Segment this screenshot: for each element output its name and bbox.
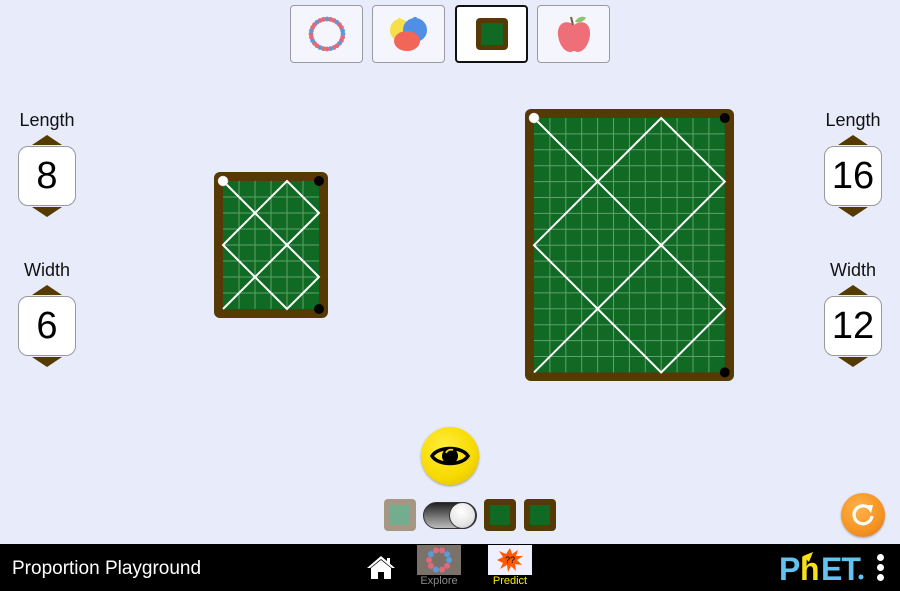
bead	[444, 562, 451, 569]
tab-explore-label: Explore	[420, 575, 458, 587]
right-width-label: Width	[829, 260, 876, 280]
right-length-label: Length	[825, 110, 881, 130]
options-menu-button[interactable]	[874, 554, 886, 582]
scene-button-apples[interactable]	[537, 5, 610, 63]
bead	[444, 551, 451, 558]
left-length-increment-button[interactable]	[32, 135, 62, 145]
apple-icon	[557, 16, 590, 52]
cue-ball	[528, 112, 540, 124]
left-length-value: 8	[18, 146, 76, 206]
toggle-knob[interactable]	[449, 502, 476, 529]
left-width-spinner: Width 6	[17, 259, 77, 367]
bead	[427, 551, 434, 558]
svg-text:P: P	[779, 552, 800, 584]
left-width-value: 6	[18, 296, 76, 356]
bead	[426, 557, 432, 563]
reveal-button[interactable]	[421, 427, 479, 485]
svg-text:ET: ET	[821, 552, 861, 584]
scene-button-balloons[interactable]	[372, 5, 445, 63]
app-title: Proportion Playground	[12, 558, 202, 579]
reset-icon	[852, 504, 874, 526]
faded-table-color-swatch[interactable]	[384, 499, 416, 531]
color-toggle-switch[interactable]	[423, 502, 477, 529]
navigation-bar: Proportion Playground Explore ?? Predict…	[0, 544, 900, 591]
svg-text:??: ??	[505, 555, 515, 565]
balloons-icon	[389, 17, 427, 51]
left-width-label: Width	[23, 260, 70, 280]
reset-all-button[interactable]	[841, 493, 885, 537]
predict-screen-icon: ??	[488, 545, 532, 575]
left-length-label: Length	[19, 110, 75, 130]
left-billiards-table	[214, 172, 328, 318]
bead	[432, 566, 439, 573]
right-width-value: 12	[824, 296, 882, 356]
right-width-spinner: Width 12	[823, 259, 883, 367]
pocket	[314, 304, 324, 314]
bead	[427, 562, 434, 569]
right-length-spinner: Length 16	[823, 109, 883, 217]
scene-button-necklace[interactable]	[290, 5, 363, 63]
billiards-table-icon	[475, 18, 508, 50]
phet-logo[interactable]: P h ET	[779, 552, 867, 584]
bead	[339, 28, 345, 34]
left-length-spinner: Length 8	[17, 109, 77, 217]
right-length-increment-button[interactable]	[838, 135, 868, 145]
scene-button-billiards[interactable]	[455, 5, 528, 63]
eye-icon	[430, 446, 470, 466]
necklace-icon	[308, 16, 345, 52]
table-color-swatch-2[interactable]	[524, 499, 556, 531]
explore-screen-icon	[417, 545, 461, 575]
tab-explore[interactable]: Explore	[416, 545, 462, 589]
phet-logo-icon: P h ET	[779, 552, 864, 584]
cue-ball	[217, 175, 229, 187]
home-icon	[367, 556, 395, 579]
right-length-value: 16	[824, 146, 882, 206]
tab-predict[interactable]: ?? Predict	[487, 545, 533, 589]
pocket	[719, 113, 730, 123]
pocket	[314, 176, 324, 186]
tab-predict-label: Predict	[492, 575, 528, 587]
pocket	[719, 367, 730, 378]
left-width-increment-button[interactable]	[32, 285, 62, 295]
bead	[439, 547, 446, 554]
necklace-icon	[426, 547, 452, 573]
left-width-decrement-button[interactable]	[32, 357, 62, 367]
right-billiards-table	[525, 109, 734, 382]
left-length-decrement-button[interactable]	[32, 207, 62, 217]
home-button[interactable]	[366, 554, 396, 582]
right-width-increment-button[interactable]	[838, 285, 868, 295]
bead	[439, 566, 446, 573]
splat-icon: ??	[497, 548, 523, 572]
bead	[432, 547, 439, 554]
bead	[446, 557, 452, 563]
right-width-decrement-button[interactable]	[838, 357, 868, 367]
right-length-decrement-button[interactable]	[838, 207, 868, 217]
table-color-swatch-1[interactable]	[484, 499, 516, 531]
